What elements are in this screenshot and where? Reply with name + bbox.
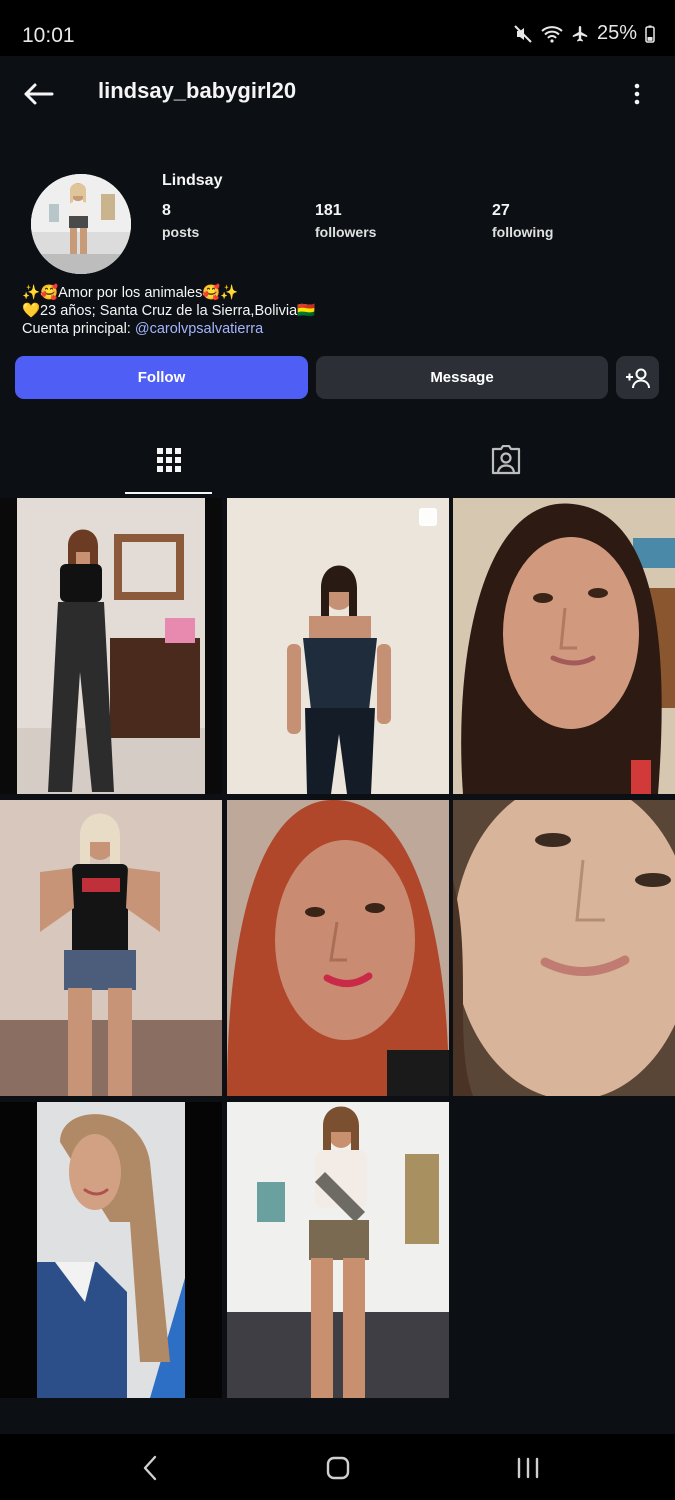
posts-label: posts xyxy=(162,224,200,240)
nav-recents-icon xyxy=(517,1457,539,1479)
followers-stat[interactable]: 181 followers xyxy=(315,202,376,240)
following-label: following xyxy=(492,224,554,240)
add-person-icon xyxy=(625,368,650,388)
bio: ✨🥰Amor por los animales🥰✨ 💛23 años; Sant… xyxy=(22,284,315,338)
posts-stat[interactable]: 8 posts xyxy=(162,202,199,240)
bio-account-link[interactable]: @carolvpsalvatierra xyxy=(135,321,263,337)
post-tile[interactable] xyxy=(453,800,675,1096)
active-tab-indicator xyxy=(125,492,212,494)
more-vertical-icon xyxy=(634,83,640,105)
following-count: 27 xyxy=(492,202,510,219)
tab-tagged[interactable] xyxy=(462,424,549,496)
display-name: Lindsay xyxy=(162,172,223,189)
mute-icon xyxy=(513,24,533,44)
message-button[interactable]: Message xyxy=(316,356,608,399)
posts-count: 8 xyxy=(162,202,171,219)
status-bar: 10:01 25% xyxy=(0,0,675,56)
post-tile[interactable] xyxy=(0,1102,222,1398)
multi-photo-icon xyxy=(419,508,437,526)
nav-back-button[interactable] xyxy=(120,1448,180,1488)
follow-button[interactable]: Follow xyxy=(15,356,308,399)
more-options-button[interactable] xyxy=(625,76,649,112)
airplane-icon xyxy=(571,25,589,43)
post-tile[interactable] xyxy=(0,498,222,794)
bio-prefix: Cuenta principal: xyxy=(22,321,135,337)
followers-count: 181 xyxy=(315,202,342,219)
post-tile[interactable] xyxy=(0,800,222,1096)
followers-label: followers xyxy=(315,224,377,240)
username-title: lindsay_babygirl20 xyxy=(98,78,297,103)
avatar[interactable] xyxy=(31,174,131,274)
suggested-users-button[interactable] xyxy=(616,356,659,399)
tab-posts-grid[interactable] xyxy=(125,424,212,496)
profile-tabs xyxy=(0,424,675,496)
tagged-photos-icon xyxy=(491,445,520,475)
bio-line: Cuenta principal: @carolvpsalvatierra xyxy=(22,320,315,338)
battery-icon xyxy=(645,25,655,43)
nav-back-icon xyxy=(143,1455,157,1481)
status-time: 10:01 xyxy=(22,24,75,47)
post-tile[interactable] xyxy=(453,498,675,794)
post-tile[interactable] xyxy=(227,800,449,1096)
following-stat[interactable]: 27 following xyxy=(492,202,553,240)
system-nav-bar xyxy=(0,1434,675,1500)
grid-icon xyxy=(156,448,181,472)
profile-screen: lindsay_babygirl20 Lindsay 8 posts 181 f… xyxy=(0,56,675,1434)
post-tile[interactable] xyxy=(227,498,449,794)
top-bar: lindsay_babygirl20 xyxy=(0,56,675,132)
nav-home-icon xyxy=(326,1456,350,1480)
back-button[interactable] xyxy=(18,74,58,114)
wifi-icon xyxy=(541,25,563,43)
status-icons: 25% xyxy=(513,22,655,45)
nav-recents-button[interactable] xyxy=(498,1448,558,1488)
bio-line: 💛23 años; Santa Cruz de la Sierra,Bolivi… xyxy=(22,303,316,319)
post-tile[interactable] xyxy=(227,1102,449,1398)
bio-line: ✨🥰Amor por los animales🥰✨ xyxy=(22,285,239,301)
battery-text: 25% xyxy=(596,22,637,44)
back-arrow-icon xyxy=(24,83,54,105)
nav-home-button[interactable] xyxy=(308,1448,368,1488)
